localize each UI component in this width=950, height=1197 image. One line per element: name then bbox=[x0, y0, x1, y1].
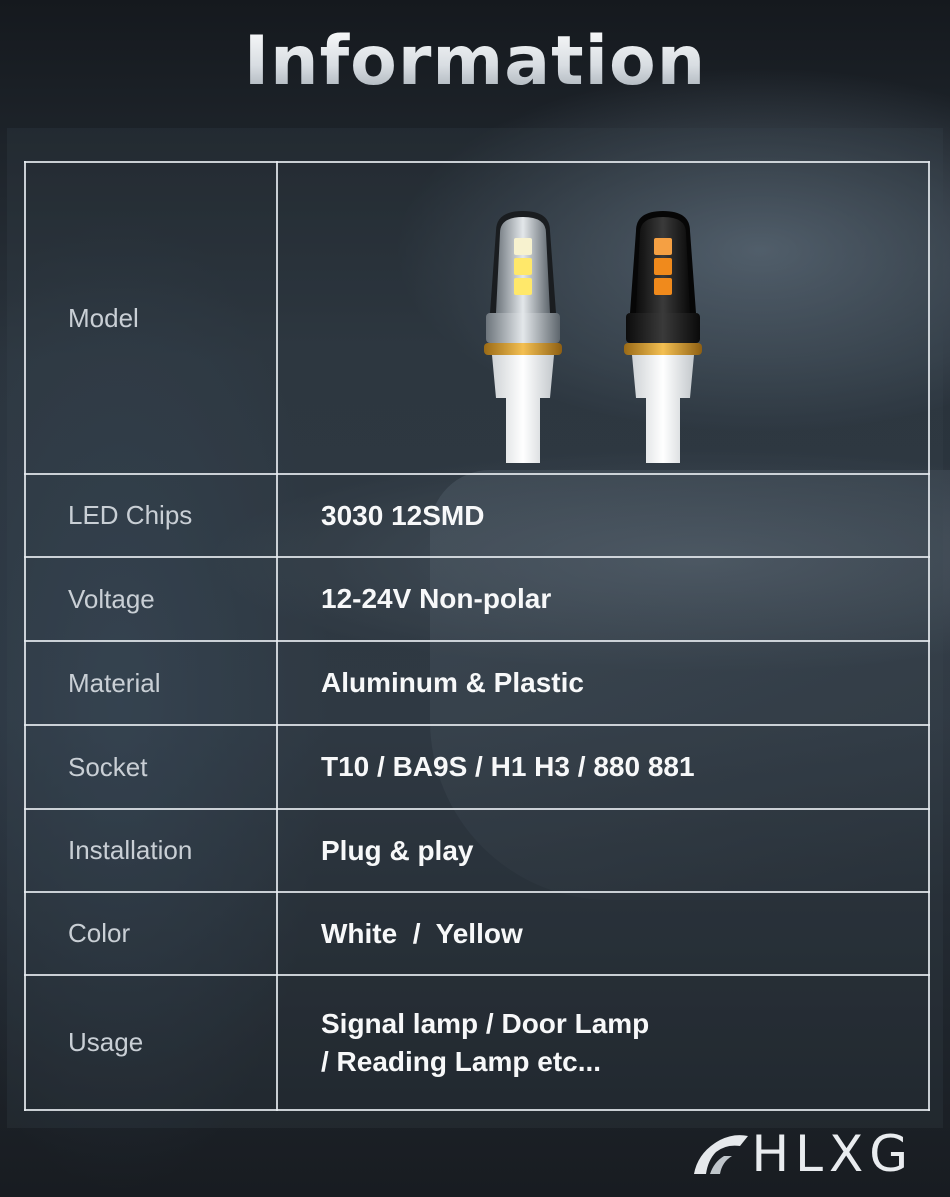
spec-label-led-chips: LED Chips bbox=[24, 473, 278, 558]
brand-logo-text: HLXG bbox=[751, 1125, 914, 1183]
spec-label-usage: Usage bbox=[24, 974, 278, 1111]
spec-label-material: Material bbox=[24, 640, 278, 726]
spec-table: Model LED Chips 3030 12SMD Voltage 12-24… bbox=[24, 161, 930, 1111]
spec-value-installation: Plug & play bbox=[276, 808, 930, 893]
spec-row-installation: Installation Plug & play bbox=[24, 808, 930, 893]
spec-value-model bbox=[276, 161, 930, 475]
spec-label-installation: Installation bbox=[24, 808, 278, 893]
page-title: Information bbox=[0, 22, 950, 101]
spec-value-color: White / Yellow bbox=[276, 891, 930, 976]
spec-row-led-chips: LED Chips 3030 12SMD bbox=[24, 473, 930, 558]
spec-value-usage: Signal lamp / Door Lamp / Reading Lamp e… bbox=[276, 974, 930, 1111]
spec-label-model: Model bbox=[24, 161, 278, 475]
brand-logo: HLXG bbox=[690, 1125, 914, 1183]
spec-row-usage: Usage Signal lamp / Door Lamp / Reading … bbox=[24, 974, 930, 1111]
yellow-led-bulb bbox=[624, 211, 702, 463]
spec-label-color: Color bbox=[24, 891, 278, 976]
spec-value-led-chips: 3030 12SMD bbox=[276, 473, 930, 558]
spec-value-socket: T10 / BA9S / H1 H3 / 880 881 bbox=[276, 724, 930, 810]
spec-row-socket: Socket T10 / BA9S / H1 H3 / 880 881 bbox=[24, 724, 930, 810]
spec-row-material: Material Aluminum & Plastic bbox=[24, 640, 930, 726]
white-led-bulb bbox=[484, 211, 562, 463]
brand-mark-icon bbox=[693, 1135, 748, 1174]
spec-row-model: Model bbox=[24, 161, 930, 475]
spec-row-voltage: Voltage 12-24V Non-polar bbox=[24, 556, 930, 642]
spec-label-voltage: Voltage bbox=[24, 556, 278, 642]
spec-value-usage-line1: Signal lamp / Door Lamp bbox=[321, 1007, 650, 1039]
spec-value-material: Aluminum & Plastic bbox=[276, 640, 930, 726]
spec-row-color: Color White / Yellow bbox=[24, 891, 930, 976]
spec-value-voltage: 12-24V Non-polar bbox=[276, 556, 930, 642]
spec-value-usage-line2: / Reading Lamp etc... bbox=[321, 1045, 602, 1077]
spec-label-socket: Socket bbox=[24, 724, 278, 810]
led-bulbs-image bbox=[484, 211, 702, 463]
